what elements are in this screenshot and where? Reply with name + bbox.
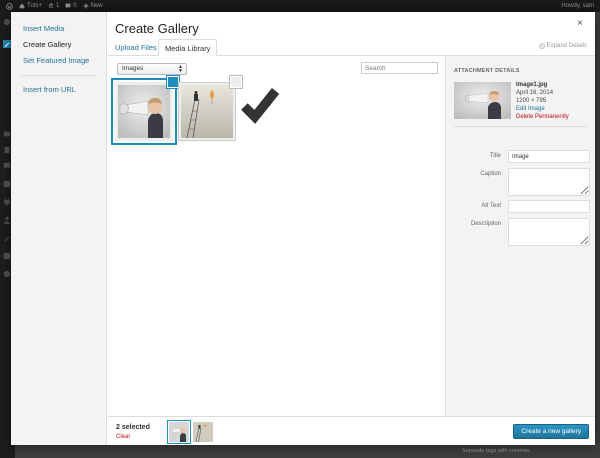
filter-selected-value: Images (122, 65, 144, 72)
updates-count: 1 (55, 3, 60, 9)
clear-selection-link[interactable]: Clear (116, 434, 130, 440)
attachment-dimensions: 1200 × 795 (516, 98, 547, 104)
updates-link[interactable]: 1 (48, 3, 59, 9)
tab-upload-files[interactable]: Upload Files (109, 39, 163, 56)
edit-image-link[interactable]: Edit Image (516, 105, 569, 113)
attachment-date: April 16, 2014 (516, 90, 554, 96)
attachment-details-sidebar: Attachment Details Image1.jpg April 16, … (445, 56, 595, 416)
menu-item-insert-from-url[interactable]: Insert from URL (11, 82, 106, 98)
attachment-thumbnail[interactable] (178, 76, 280, 141)
collapse-icon[interactable] (3, 270, 11, 278)
selection-thumbnail[interactable] (193, 422, 213, 443)
plugins-icon[interactable] (3, 198, 11, 206)
tools-icon[interactable] (3, 234, 11, 242)
comments-menu-icon[interactable] (3, 162, 11, 170)
my-account-link[interactable]: Howdy, sam (561, 3, 594, 9)
menu-item-set-featured-image[interactable]: Set Featured Image (11, 53, 106, 69)
media-menu: Insert Media Create Gallery Set Featured… (11, 12, 107, 445)
search-input[interactable] (361, 62, 438, 74)
attachment-thumbnail[interactable] (115, 76, 217, 141)
create-gallery-button[interactable]: Create a new gallery (513, 424, 589, 439)
attachment-filename: Image1.jpg (516, 82, 548, 88)
tab-media-library[interactable]: Media Library (158, 39, 218, 56)
media-toolbar: 2 selected Clear Create a new gallery (108, 416, 595, 445)
menu-separator (21, 75, 96, 76)
expand-icon (538, 43, 545, 49)
megaphone-boy-image (118, 85, 170, 138)
details-thumbnail (454, 82, 511, 119)
attachment-details-heading: Attachment Details (454, 68, 520, 74)
select-arrows-icon: ▲ ▼ (178, 64, 183, 74)
selection-count: 2 selected (116, 424, 150, 431)
caption-field[interactable] (508, 168, 590, 196)
details-divider (454, 126, 587, 127)
alt-text-field[interactable] (508, 200, 590, 213)
pages-icon[interactable] (3, 146, 11, 154)
refresh-icon (48, 3, 54, 9)
attachment-info: Image1.jpg April 16, 2014 1200 × 795 Edi… (516, 81, 569, 121)
dashboard-icon[interactable] (3, 18, 11, 26)
comments-link[interactable]: 0 (65, 3, 77, 9)
caption-label: Caption (480, 171, 501, 177)
media-icon[interactable] (3, 130, 11, 138)
menu-item-insert-media[interactable]: Insert Media (11, 21, 106, 37)
selected-check-icon[interactable] (230, 76, 280, 124)
media-modal: Insert Media Create Gallery Set Featured… (11, 12, 595, 445)
menu-item-create-gallery[interactable]: Create Gallery (11, 37, 106, 53)
modal-title: Create Gallery (115, 21, 199, 36)
howdy-text: Howdy, sam (561, 3, 594, 9)
users-icon[interactable] (3, 216, 11, 224)
expand-details-label: Expand Details (546, 43, 587, 49)
appearance-icon[interactable] (3, 180, 11, 188)
settings-icon[interactable] (3, 252, 11, 260)
comments-count: 0 (73, 3, 77, 9)
description-label: Description (470, 221, 501, 227)
title-field[interactable] (508, 150, 590, 163)
tags-hint-text: Separate tags with commas (462, 448, 530, 454)
balloon-ladder-image (181, 85, 233, 138)
media-type-filter[interactable]: Images ▲ ▼ (117, 63, 187, 75)
posts-icon[interactable] (3, 40, 11, 48)
alt-text-label: Alt Text (481, 203, 501, 209)
wordpress-logo-icon[interactable] (6, 2, 13, 10)
comment-icon (65, 3, 71, 9)
media-router: Upload Files Media Library Expand Detail… (108, 39, 595, 56)
title-label: Title (489, 153, 501, 159)
new-content-link[interactable]: New (83, 3, 103, 9)
site-name-link[interactable]: Tuts+ (19, 3, 42, 9)
site-name: Tuts+ (27, 3, 42, 9)
plus-icon (83, 3, 89, 9)
admin-bar: Tuts+ 1 0 New Howdy, sam (0, 0, 600, 12)
delete-permanently-link[interactable]: Delete Permanently (516, 113, 569, 121)
home-icon (19, 3, 25, 9)
close-icon[interactable]: × (577, 18, 583, 29)
description-field[interactable] (508, 218, 590, 246)
expand-details-link[interactable]: Expand Details (538, 43, 587, 49)
selection-thumbnail[interactable] (169, 422, 189, 442)
new-label: New (90, 3, 103, 9)
